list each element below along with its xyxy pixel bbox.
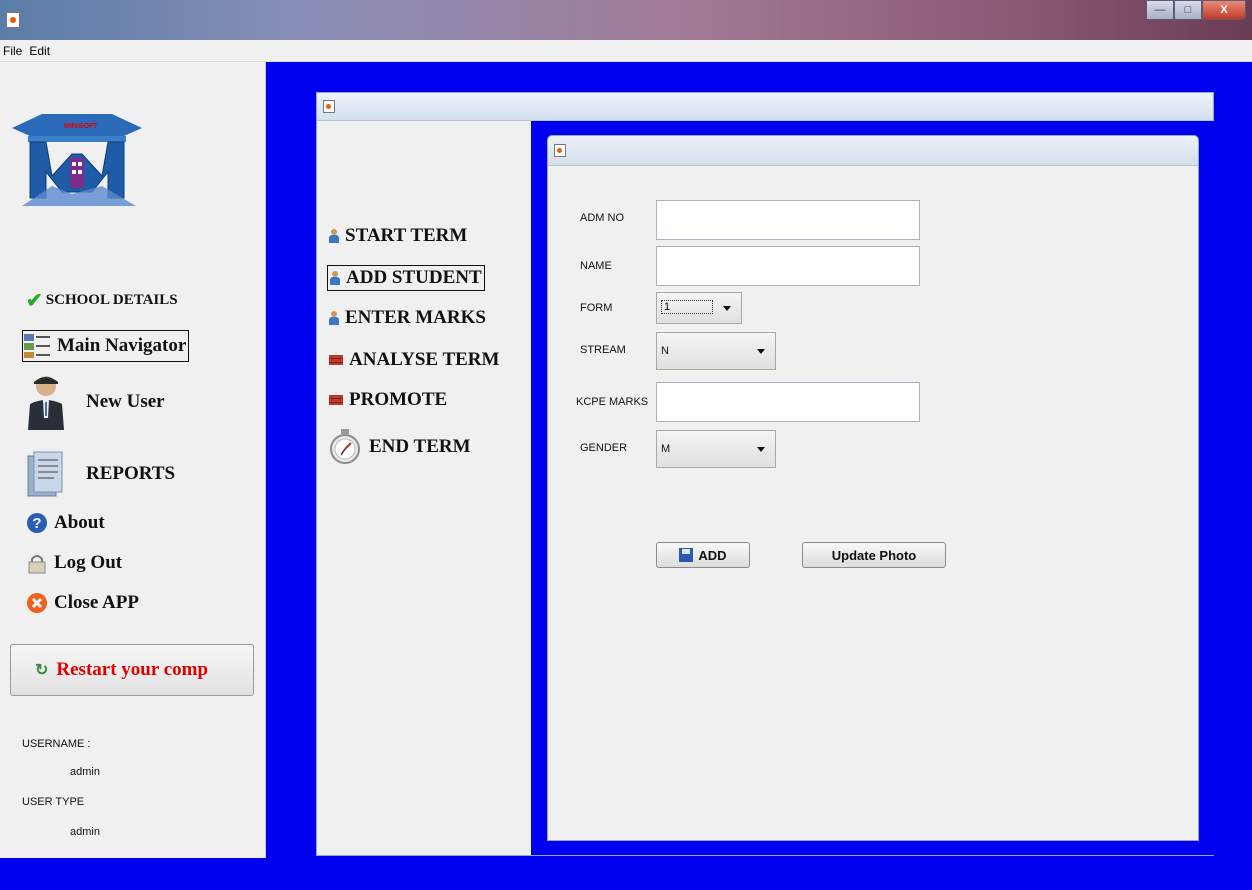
student-icon bbox=[329, 229, 339, 243]
kcpe-marks-label: KCPE MARKS bbox=[576, 396, 649, 408]
start-term-label: START TERM bbox=[345, 225, 468, 246]
java-frame-icon bbox=[323, 100, 335, 113]
menu-edit[interactable]: Edit bbox=[29, 44, 50, 58]
form-label: FORM bbox=[580, 302, 613, 314]
gender-select[interactable]: M bbox=[656, 430, 776, 468]
menu-file[interactable]: File bbox=[3, 44, 22, 58]
add-button[interactable]: ADD bbox=[656, 542, 750, 568]
enter-marks-label: ENTER MARKS bbox=[345, 307, 486, 328]
about-button[interactable]: ? About bbox=[26, 512, 105, 534]
refresh-icon: ↻ bbox=[35, 662, 49, 679]
form-select[interactable]: 1 bbox=[656, 292, 742, 324]
end-term-button[interactable]: END TERM bbox=[329, 429, 471, 465]
close-app-label: Close APP bbox=[54, 592, 139, 613]
student-icon bbox=[330, 271, 340, 285]
analyse-term-label: ANALYSE TERM bbox=[349, 349, 500, 370]
term-menu: START TERM ADD STUDENT ENTER MARKS ANALY… bbox=[327, 123, 531, 853]
reports-icon bbox=[27, 451, 63, 497]
form-select-value: 1 bbox=[661, 300, 714, 314]
gender-select-value: M bbox=[661, 443, 671, 455]
logo-text: MINISOFT bbox=[64, 123, 98, 130]
help-icon: ? bbox=[27, 513, 47, 533]
maximize-icon[interactable]: □ bbox=[1174, 0, 1202, 20]
school-details-link[interactable]: ✔ SCHOOL DETAILS bbox=[26, 288, 178, 313]
name-input[interactable] bbox=[656, 246, 920, 286]
log-out-button[interactable]: Log Out bbox=[26, 552, 122, 574]
reports-button[interactable]: REPORTS bbox=[26, 448, 175, 500]
term-manager-frame: START TERM ADD STUDENT ENTER MARKS ANALY… bbox=[316, 92, 1215, 856]
close-app-button[interactable]: Close APP bbox=[26, 592, 139, 614]
new-user-button[interactable]: New User bbox=[26, 374, 165, 430]
save-icon bbox=[679, 548, 694, 562]
add-student-button[interactable]: ADD STUDENT bbox=[327, 265, 485, 291]
adm-no-input[interactable] bbox=[656, 200, 920, 240]
add-student-label: ADD STUDENT bbox=[346, 267, 482, 288]
lock-icon bbox=[28, 555, 46, 574]
restart-label: Restart your comp bbox=[56, 659, 209, 680]
update-photo-button[interactable]: Update Photo bbox=[802, 542, 946, 568]
end-term-label: END TERM bbox=[369, 436, 471, 457]
chevron-down-icon bbox=[723, 306, 731, 311]
frame-titlebar[interactable] bbox=[317, 93, 1213, 121]
reports-label: REPORTS bbox=[86, 463, 176, 484]
kcpe-marks-input[interactable] bbox=[656, 382, 920, 422]
username-value: admin bbox=[70, 766, 100, 778]
add-button-label: ADD bbox=[698, 547, 727, 563]
stream-select-value: N bbox=[661, 345, 669, 357]
java-frame-icon bbox=[554, 144, 566, 157]
stream-label: STREAM bbox=[580, 344, 626, 356]
gender-label: GENDER bbox=[580, 442, 628, 454]
add-student-frame: ADM NO NAME FORM 1 STREAM N KCPE MARKS G… bbox=[547, 135, 1199, 841]
left-sidebar: MINISOFT ✔ SCHOOL DETAILS Main Navigator… bbox=[0, 62, 266, 858]
check-icon: ✔ bbox=[26, 290, 43, 312]
main-navigator-label: Main Navigator bbox=[57, 335, 187, 356]
minimize-icon[interactable]: — bbox=[1146, 0, 1174, 20]
main-navigator-button[interactable]: Main Navigator bbox=[22, 330, 190, 362]
books-icon bbox=[329, 355, 343, 365]
frame-titlebar[interactable] bbox=[548, 136, 1198, 166]
analyse-term-button[interactable]: ANALYSE TERM bbox=[329, 349, 499, 371]
student-icon bbox=[329, 311, 339, 325]
restart-button[interactable]: ↻ Restart your comp bbox=[10, 644, 254, 696]
window-titlebar: — □ X bbox=[0, 0, 1252, 40]
about-label: About bbox=[54, 512, 105, 533]
username-label: USERNAME : bbox=[22, 738, 91, 750]
enter-marks-button[interactable]: ENTER MARKS bbox=[329, 307, 486, 329]
chevron-down-icon bbox=[757, 349, 765, 354]
menubar: File Edit bbox=[0, 40, 1252, 62]
svg-text:?: ? bbox=[32, 515, 41, 532]
user-type-value: admin bbox=[70, 826, 100, 838]
start-term-button[interactable]: START TERM bbox=[329, 225, 467, 247]
minisoft-logo: MINISOFT bbox=[12, 114, 142, 208]
close-circle-icon bbox=[27, 593, 47, 613]
java-app-icon bbox=[6, 12, 20, 28]
school-details-label: SCHOOL DETAILS bbox=[45, 292, 178, 308]
promote-label: PROMOTE bbox=[349, 389, 448, 410]
adm-no-label: ADM NO bbox=[580, 212, 624, 224]
window-controls: — □ X bbox=[1146, 0, 1246, 20]
stopwatch-icon bbox=[330, 429, 360, 464]
name-label: NAME bbox=[580, 260, 612, 272]
user-type-label: USER TYPE bbox=[22, 796, 85, 808]
books-icon bbox=[329, 395, 343, 405]
navigator-icon bbox=[24, 334, 50, 358]
promote-button[interactable]: PROMOTE bbox=[329, 389, 447, 411]
stream-select[interactable]: N bbox=[656, 332, 776, 370]
update-photo-label: Update Photo bbox=[831, 547, 917, 563]
log-out-label: Log Out bbox=[54, 552, 123, 573]
new-user-label: New User bbox=[86, 391, 165, 412]
chevron-down-icon bbox=[757, 447, 765, 452]
user-icon bbox=[28, 376, 64, 430]
close-icon[interactable]: X bbox=[1202, 0, 1246, 20]
